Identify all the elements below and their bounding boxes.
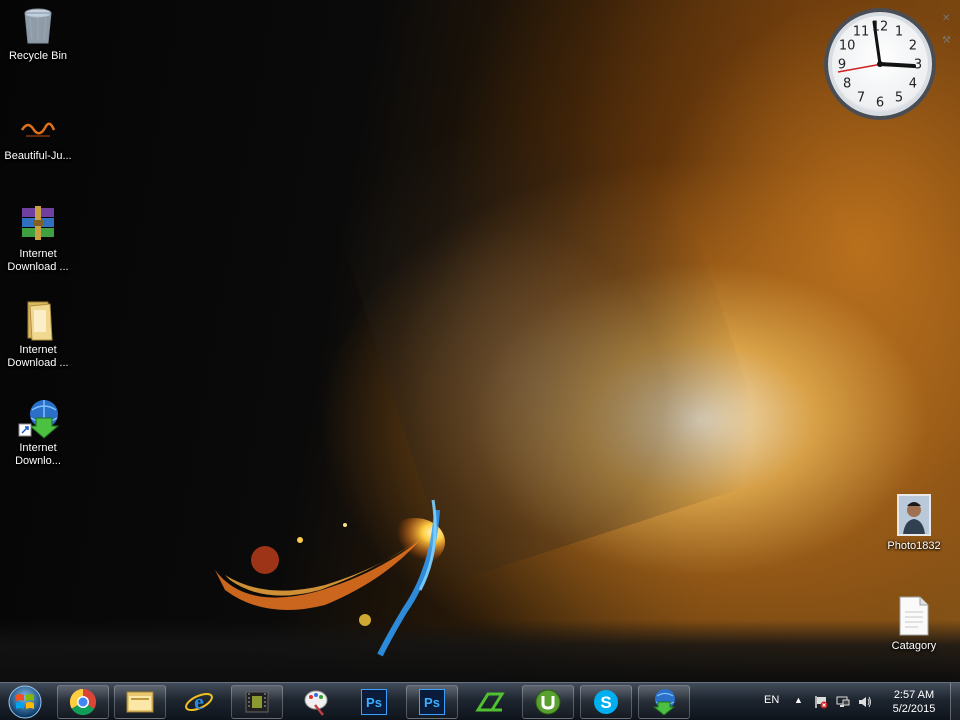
- desktop-icon-idm-shortcut[interactable]: Internet Downlo...: [0, 398, 76, 468]
- taskbar-button-internet-explorer[interactable]: e: [173, 685, 225, 719]
- volume-icon[interactable]: [858, 695, 872, 709]
- clock-numeral: 7: [857, 90, 865, 105]
- desktop-icon-photo1832[interactable]: Photo1832: [876, 494, 952, 553]
- taskbar-button-photoshop-1[interactable]: Ps: [348, 685, 400, 719]
- svg-text:e: e: [194, 689, 204, 714]
- photoshop-label: Ps: [366, 694, 382, 710]
- desktop-icon-label: Internet Download ...: [7, 344, 69, 369]
- desktop-icon-catagory[interactable]: Catagory: [876, 596, 952, 653]
- start-button[interactable]: [4, 684, 46, 720]
- taskbar-button-camtasia[interactable]: [464, 685, 516, 719]
- taskbar-button-photoshop-2[interactable]: Ps: [406, 685, 458, 719]
- recycle-bin-icon: [18, 6, 58, 46]
- clock-hour-hand: [878, 62, 916, 68]
- gadget-close-icon[interactable]: ✕ ⚒: [942, 8, 951, 52]
- taskbar-button-utorrent[interactable]: [522, 685, 574, 719]
- internet-download-manager-icon: [652, 689, 676, 716]
- language-indicator[interactable]: EN: [764, 694, 779, 706]
- taskbar-button-skype[interactable]: S: [580, 685, 632, 719]
- file-explorer-icon: [126, 691, 154, 713]
- taskbar-button-paint[interactable]: [290, 685, 342, 719]
- utorrent-icon: [535, 689, 561, 715]
- wallpaper-splash: [215, 499, 445, 657]
- show-desktop-button[interactable]: [950, 683, 960, 720]
- show-hidden-icons-button[interactable]: ▲: [794, 695, 803, 705]
- desktop-icon-recycle-bin[interactable]: Recycle Bin: [0, 6, 76, 63]
- action-center-flag-icon[interactable]: [814, 695, 828, 709]
- taskbar-button-media[interactable]: [231, 685, 283, 719]
- desktop-icon-label: Internet Download ...: [7, 248, 69, 273]
- desktop-icon-folder[interactable]: Internet Download ...: [0, 300, 76, 370]
- desktop-icon-label: Internet Downlo...: [15, 442, 61, 467]
- network-icon[interactable]: [836, 695, 850, 709]
- skype-icon: S: [594, 690, 618, 714]
- chrome-icon: [69, 688, 97, 716]
- system-tray: EN ▲ 2:57 AM 5/2/2015: [756, 683, 960, 720]
- internet-download-manager-shortcut-icon: [18, 398, 60, 439]
- desktop-icon-label: Recycle Bin: [8, 50, 68, 62]
- internet-explorer-icon: e: [185, 689, 213, 714]
- winrar-archive-icon: [18, 204, 58, 244]
- clock-numeral: 4: [909, 77, 917, 92]
- film-icon: [245, 691, 269, 713]
- desktop-icon-label: Photo1832: [887, 540, 941, 552]
- windows-logo-icon: [8, 685, 42, 719]
- desktop-icon-beautiful-jumma[interactable]: Beautiful-Ju...: [0, 116, 76, 163]
- clock-numeral: 1: [895, 25, 903, 40]
- taskbar: e Ps Ps S EN ▲ 2:57 AM 5/2/2015: [0, 682, 960, 720]
- folder-icon: [18, 300, 58, 341]
- taskbar-button-idm[interactable]: [638, 685, 690, 719]
- desktop-icon-label: Beautiful-Ju...: [4, 150, 72, 162]
- desktop-icon-label: Catagory: [891, 640, 937, 652]
- photo-thumbnail-icon: [897, 494, 931, 536]
- clock-gadget[interactable]: 12 1234567891011: [822, 6, 938, 122]
- photoshop-label: Ps: [424, 694, 440, 710]
- jumma-mubarak-image-icon: [18, 116, 58, 146]
- taskbar-button-explorer[interactable]: [114, 685, 166, 719]
- clock-numeral: 10: [839, 39, 856, 54]
- svg-text:S: S: [600, 693, 611, 712]
- taskbar-time: 2:57 AM: [893, 689, 935, 701]
- camtasia-icon: [475, 692, 505, 712]
- desktop-icon-winrar-archive[interactable]: Internet Download ...: [0, 204, 76, 274]
- clock-numeral: 5: [895, 90, 903, 105]
- photoshop-icon: Ps: [361, 689, 387, 715]
- text-document-icon: [898, 596, 930, 636]
- clock-numeral: 11: [853, 25, 870, 40]
- clock-numeral: 2: [909, 39, 917, 54]
- clock-datetime[interactable]: 2:57 AM 5/2/2015: [884, 688, 944, 716]
- clock-numeral: 6: [876, 96, 884, 111]
- photoshop-icon: Ps: [419, 689, 445, 715]
- taskbar-date: 5/2/2015: [892, 703, 936, 715]
- paint-icon: [304, 690, 328, 716]
- desktop[interactable]: Recycle Bin Beautiful-Ju... Internet Dow…: [0, 0, 960, 682]
- taskbar-button-chrome[interactable]: [57, 685, 109, 719]
- wallpaper-floor: [0, 620, 960, 682]
- clock-numeral: 8: [843, 77, 851, 92]
